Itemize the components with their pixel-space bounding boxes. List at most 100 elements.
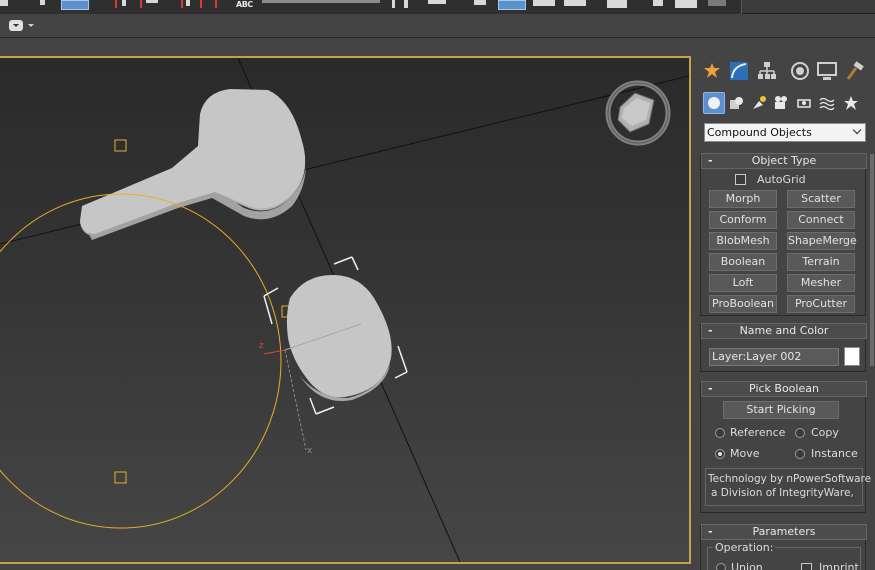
main-toolbar: ABC xyxy=(0,0,875,14)
helpers-tab[interactable] xyxy=(793,92,815,114)
shapemerge-button[interactable]: ShapeMerge xyxy=(787,232,857,250)
curve-editor-button[interactable] xyxy=(498,0,526,10)
blobmesh-button[interactable]: BlobMesh xyxy=(709,232,777,250)
spline-vertex-bottom[interactable] xyxy=(114,471,127,484)
chevron-down-icon xyxy=(28,24,34,27)
instance-label: Instance xyxy=(811,447,858,460)
utilities-tab[interactable] xyxy=(843,59,867,83)
gizmo-y-label: y xyxy=(360,314,366,324)
viewcube[interactable] xyxy=(605,80,671,146)
mesh-object-blob-selected[interactable] xyxy=(286,274,392,401)
connect-button[interactable]: Connect xyxy=(787,211,855,229)
angle-snap-icon[interactable] xyxy=(186,0,190,6)
imprint-checkbox[interactable] xyxy=(801,563,812,570)
reference-label: Reference xyxy=(730,426,786,439)
copy-radio[interactable] xyxy=(795,428,805,438)
perspective-viewport[interactable]: y z x xyxy=(0,56,691,564)
loft-button[interactable]: Loft xyxy=(709,274,777,292)
select-object-button[interactable] xyxy=(61,0,89,10)
link-icon[interactable] xyxy=(40,0,45,5)
select-rotate-icon[interactable] xyxy=(122,0,126,6)
spacewarps-tab[interactable] xyxy=(816,92,838,114)
instance-radio[interactable] xyxy=(795,449,805,459)
viewport-layout-icon xyxy=(9,20,23,31)
spline-vertex-top[interactable] xyxy=(114,139,127,152)
display-icon xyxy=(817,62,837,80)
mirror-icon[interactable] xyxy=(392,0,395,8)
spinner-snap-icon[interactable] xyxy=(215,0,217,8)
mesher-button[interactable]: Mesher xyxy=(787,274,855,292)
align-icon[interactable] xyxy=(404,0,408,8)
conform-button[interactable]: Conform xyxy=(709,211,777,229)
render-iterative-icon[interactable] xyxy=(708,0,726,6)
autogrid-checkbox[interactable] xyxy=(735,174,746,185)
start-picking-button[interactable]: Start Picking xyxy=(723,401,839,419)
technology-credit-line1: Technology by nPowerSoftware xyxy=(708,473,872,485)
undo-icon[interactable] xyxy=(0,0,8,6)
parameters-rollout-header[interactable]: - Parameters xyxy=(701,524,867,540)
collapse-icon: - xyxy=(708,154,713,167)
modify-tab[interactable] xyxy=(727,59,751,83)
command-panel-scrollbar[interactable] xyxy=(870,154,874,366)
union-radio[interactable] xyxy=(716,563,726,570)
object-color-swatch[interactable] xyxy=(844,347,860,366)
material-editor-icon[interactable] xyxy=(564,0,586,6)
hierarchy-tab[interactable] xyxy=(755,59,779,83)
name-and-color-rollout: - Name and Color Layer:Layer 002 xyxy=(700,323,867,372)
render-production-icon[interactable] xyxy=(675,0,697,8)
cameras-icon xyxy=(775,96,787,109)
rendered-frame-icon[interactable] xyxy=(653,0,663,6)
shapes-icon xyxy=(730,97,743,109)
technology-credit-line2: a Division of IntegrityWare, xyxy=(711,487,854,499)
morph-button[interactable]: Morph xyxy=(709,190,777,208)
reference-radio[interactable] xyxy=(715,428,725,438)
schematic-view-icon[interactable] xyxy=(533,0,555,6)
object-name-field[interactable]: Layer:Layer 002 xyxy=(709,348,839,366)
reference-coord-icon[interactable] xyxy=(146,0,158,3)
lights-icon xyxy=(753,96,766,109)
motion-tab[interactable] xyxy=(788,59,812,83)
circle-spline[interactable] xyxy=(0,193,282,529)
layer-manager-icon[interactable] xyxy=(428,0,446,4)
command-panel-tabs xyxy=(700,59,870,85)
gizmo-x-label: x xyxy=(307,446,313,456)
copy-label: Copy xyxy=(811,426,839,439)
lights-tab[interactable] xyxy=(748,92,770,114)
geometry-tab[interactable] xyxy=(703,92,725,114)
shapes-tab[interactable] xyxy=(725,92,747,114)
percent-snap-icon[interactable] xyxy=(200,0,202,8)
graphite-toggle-icon[interactable] xyxy=(474,0,486,5)
object-type-title: Object Type xyxy=(751,154,817,167)
sub-toolbar xyxy=(0,15,875,38)
select-move-icon[interactable] xyxy=(115,0,117,8)
render-setup-icon[interactable] xyxy=(607,0,627,8)
mesh-object-handle[interactable] xyxy=(80,89,306,240)
pick-boolean-rollout-header[interactable]: - Pick Boolean xyxy=(701,381,867,397)
proboolean-button[interactable]: ProBoolean xyxy=(709,295,777,313)
create-icon xyxy=(704,63,720,78)
procutter-button[interactable]: ProCutter xyxy=(787,295,855,313)
object-category-dropdown[interactable]: Compound Objects xyxy=(704,123,866,142)
boolean-button[interactable]: Boolean xyxy=(709,253,777,271)
move-radio[interactable] xyxy=(715,449,725,459)
union-label: Union xyxy=(731,561,763,570)
collapse-icon: - xyxy=(708,324,713,337)
name-and-color-rollout-header[interactable]: - Name and Color xyxy=(701,323,867,339)
object-type-rollout-header[interactable]: - Object Type xyxy=(701,153,867,169)
systems-tab[interactable] xyxy=(840,92,862,114)
command-panel: Compound Objects - Object Type AutoGrid … xyxy=(695,56,875,570)
autogrid-label: AutoGrid xyxy=(757,173,806,186)
hierarchy-icon xyxy=(758,62,776,79)
geometry-icon xyxy=(708,97,720,109)
viewport-layout-dropdown[interactable] xyxy=(9,20,37,31)
create-tab[interactable] xyxy=(700,59,724,83)
named-selection-field[interactable] xyxy=(262,0,380,3)
cameras-tab[interactable] xyxy=(770,92,792,114)
systems-icon xyxy=(844,96,858,110)
display-tab[interactable] xyxy=(815,59,839,83)
edit-named-selection-icon[interactable]: ABC xyxy=(236,0,253,9)
scatter-button[interactable]: Scatter xyxy=(787,190,855,208)
terrain-button[interactable]: Terrain xyxy=(787,253,855,271)
snap-toggle-icon[interactable] xyxy=(181,0,183,8)
select-scale-icon[interactable] xyxy=(140,0,142,8)
